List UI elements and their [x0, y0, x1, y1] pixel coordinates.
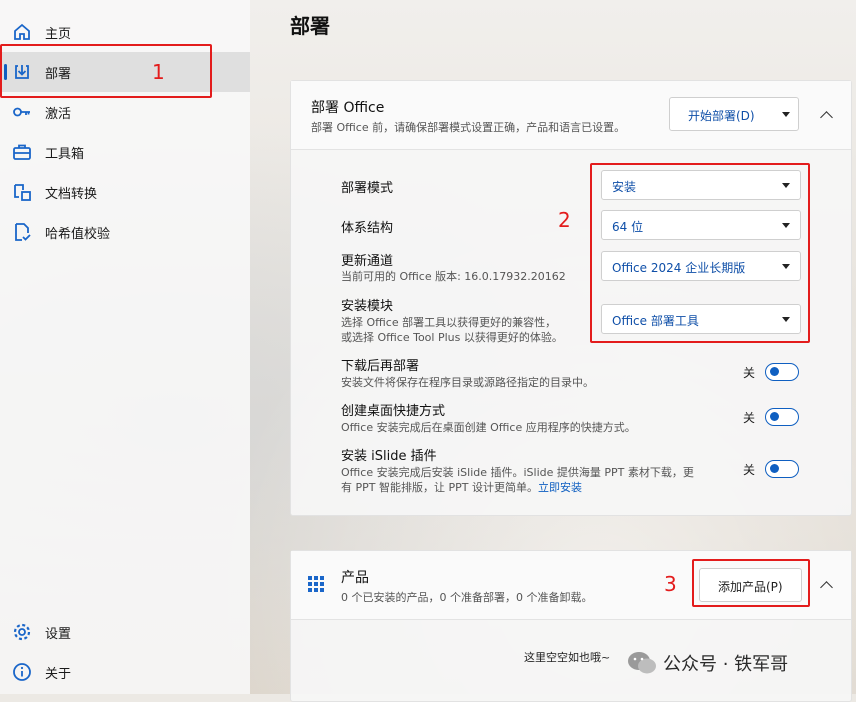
sidebar-item-hash[interactable]: 哈希值校验 — [0, 212, 250, 252]
card-description: 0 个已安装的产品，0 个准备部署，0 个准备卸载。 — [341, 591, 593, 604]
sidebar-item-label: 文档转换 — [45, 187, 98, 202]
sidebar-item-label: 哈希值校验 — [45, 227, 111, 242]
sidebar-item-about[interactable]: 关于 — [0, 652, 250, 692]
annotation-number-1: 1 — [152, 60, 165, 84]
sidebar-item-label: 激活 — [45, 107, 72, 122]
gear-icon — [13, 623, 31, 641]
toggle-knob — [770, 412, 779, 421]
annotation-box-3 — [692, 559, 810, 607]
start-deploy-button[interactable]: 开始部署(D) — [669, 97, 799, 131]
sidebar: 主页 部署 激活 工具箱 文档转换 哈希值校验 设置 关于 — [0, 0, 250, 694]
grid-icon — [308, 576, 324, 592]
empty-state-text: 这里空空如也哦~ — [524, 651, 611, 664]
collapse-icon[interactable] — [820, 581, 833, 594]
toggle-knob — [770, 464, 779, 473]
islide-toggle[interactable] — [765, 460, 799, 478]
sidebar-item-activate[interactable]: 激活 — [0, 92, 250, 132]
card-title: 部署 Office — [311, 100, 385, 116]
convert-icon — [14, 184, 31, 201]
watermark: 公众号 · 铁军哥 — [627, 650, 788, 676]
install-now-link[interactable]: 立即安装 — [538, 481, 582, 494]
islide-description-1: Office 安装完成后安装 iSlide 插件。iSlide 提供海量 PPT… — [341, 466, 694, 479]
chevron-down-icon[interactable] — [782, 112, 790, 117]
collapse-icon[interactable] — [820, 111, 833, 124]
module-description-2: 或选择 Office Tool Plus 以获得更好的体验。 — [341, 331, 563, 344]
sidebar-item-settings[interactable]: 设置 — [0, 612, 250, 652]
architecture-label: 体系结构 — [341, 221, 394, 236]
sidebar-item-toolbox[interactable]: 工具箱 — [0, 132, 250, 172]
sidebar-item-label: 工具箱 — [45, 147, 85, 162]
sidebar-item-label: 关于 — [45, 667, 72, 682]
shortcut-description: Office 安装完成后在桌面创建 Office 应用程序的快捷方式。 — [341, 421, 636, 434]
card-title: 产品 — [341, 570, 369, 586]
key-icon — [13, 107, 30, 117]
download-first-toggle[interactable] — [765, 363, 799, 381]
download-first-description: 安装文件将保存在程序目录或源路径指定的目录中。 — [341, 376, 594, 389]
channel-label: 更新通道 — [341, 254, 394, 269]
sidebar-item-label: 设置 — [45, 627, 72, 642]
toggle-knob — [770, 367, 779, 376]
islide-description-2: 有 PPT 智能排版，让 PPT 设计更简单。立即安装 — [341, 480, 582, 495]
sidebar-item-convert[interactable]: 文档转换 — [0, 172, 250, 212]
shortcut-toggle[interactable] — [765, 408, 799, 426]
islide-label: 安装 iSlide 插件 — [341, 449, 437, 464]
annotation-box-1 — [0, 44, 212, 98]
deploy-mode-label: 部署模式 — [341, 181, 394, 196]
toolbox-icon — [13, 144, 31, 160]
toggle-state-label: 关 — [743, 463, 756, 477]
watermark-text: 公众号 · 铁军哥 — [663, 654, 789, 675]
annotation-number-2: 2 — [558, 208, 571, 232]
annotation-number-3: 3 — [664, 572, 677, 596]
card-description: 部署 Office 前，请确保部署模式设置正确，产品和语言已设置。 — [311, 121, 626, 134]
module-description-1: 选择 Office 部署工具以获得更好的兼容性， — [341, 316, 557, 329]
module-label: 安装模块 — [341, 299, 394, 314]
annotation-box-2 — [590, 163, 810, 343]
toggle-state-label: 关 — [743, 366, 756, 380]
download-first-label: 下载后再部署 — [341, 359, 420, 374]
shortcut-label: 创建桌面快捷方式 — [341, 404, 446, 419]
card-header: 部署 Office 部署 Office 前，请确保部署模式设置正确，产品和语言已… — [291, 81, 851, 150]
channel-description: 当前可用的 Office 版本: 16.0.17932.20162 — [341, 270, 566, 283]
page-title: 部署 — [290, 14, 330, 38]
islide-description-2-text: 有 PPT 智能排版，让 PPT 设计更简单。 — [341, 481, 538, 494]
toggle-state-label: 关 — [743, 411, 756, 425]
hash-check-icon — [15, 223, 31, 241]
info-icon — [13, 663, 31, 681]
home-icon — [14, 23, 30, 40]
sidebar-item-label: 主页 — [45, 27, 72, 42]
start-deploy-label: 开始部署(D) — [688, 109, 755, 123]
wechat-icon — [628, 652, 656, 674]
